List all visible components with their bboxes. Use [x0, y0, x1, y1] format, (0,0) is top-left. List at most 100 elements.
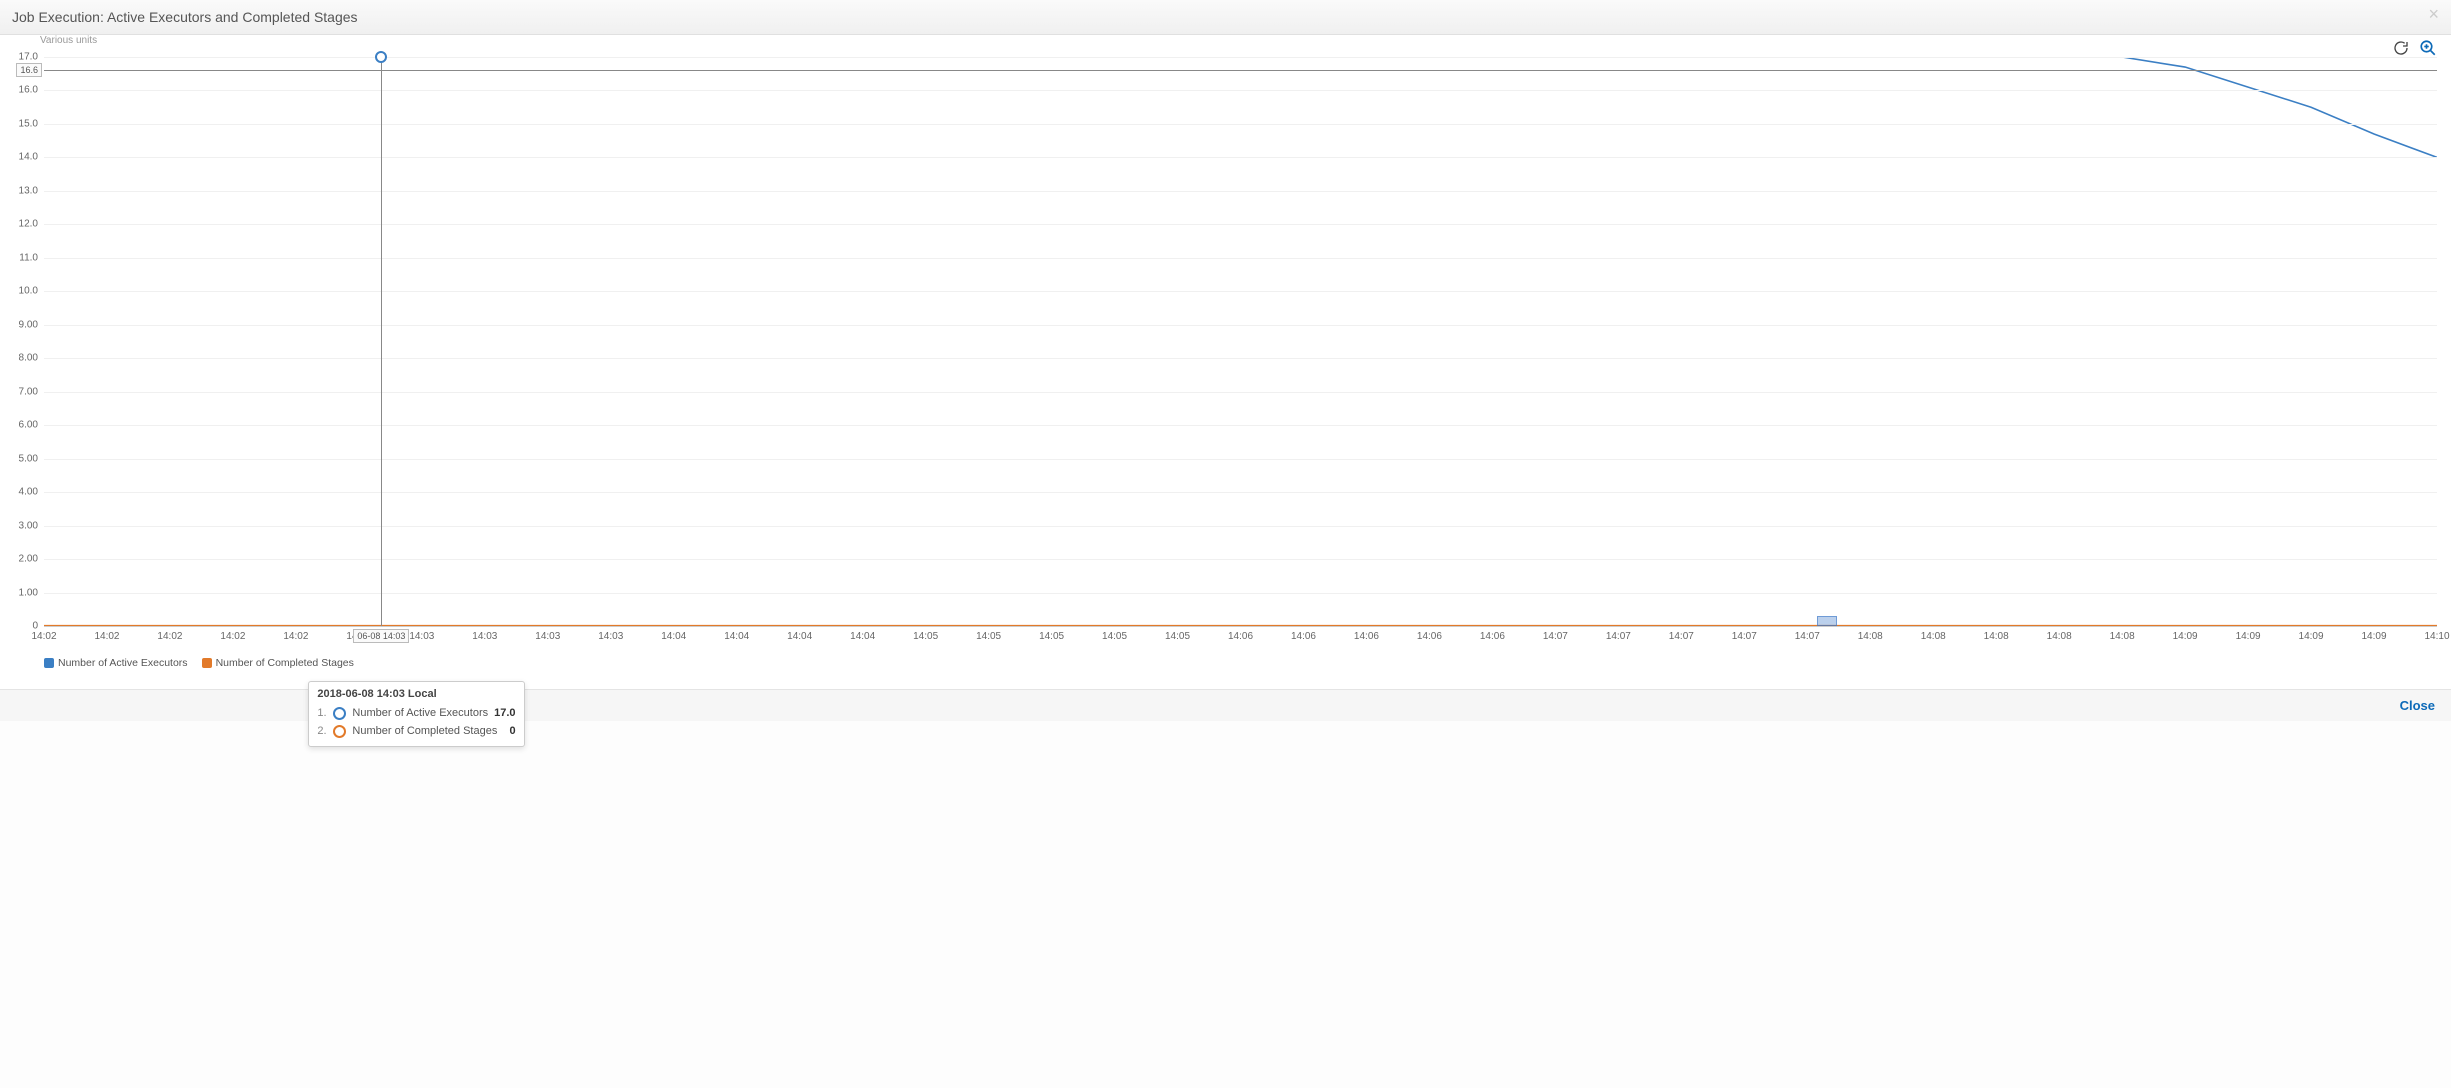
legend-swatch: [44, 658, 54, 668]
y-tick-label: 6.00: [19, 420, 44, 431]
tooltip-series-value: 0: [509, 722, 515, 740]
grid-line: [44, 425, 2437, 426]
x-tick-label: 14:05: [1165, 631, 1190, 642]
y-tick-label: 2.00: [19, 554, 44, 565]
x-tick-label: 14:08: [2110, 631, 2135, 642]
x-tick-label: 14:06: [1417, 631, 1442, 642]
tooltip-index: 1.: [317, 704, 327, 722]
grid-line: [44, 593, 2437, 594]
tooltip-series-label: Number of Active Executors: [352, 704, 488, 722]
plot-area[interactable]: 17.016.015.014.013.012.011.010.09.008.00…: [44, 57, 2437, 627]
crosshair-horizontal: [44, 70, 2437, 71]
x-tick-label: 14:10: [2424, 631, 2449, 642]
legend-item[interactable]: Number of Active Executors: [44, 657, 188, 669]
x-tick-label: 14:03: [472, 631, 497, 642]
grid-line: [44, 291, 2437, 292]
x-tick-label: 14:02: [157, 631, 182, 642]
close-button[interactable]: Close: [2400, 698, 2435, 713]
x-tick-label: 14:04: [724, 631, 749, 642]
x-tick-label: 14:07: [1543, 631, 1568, 642]
y-tick-label: 10.0: [19, 286, 44, 297]
x-tick-label: 14:03: [409, 631, 434, 642]
x-tick-label: 14:04: [850, 631, 875, 642]
grid-line: [44, 459, 2437, 460]
x-tick-label: 14:03: [598, 631, 623, 642]
x-tick-label: 14:05: [1039, 631, 1064, 642]
crosshair-vertical: [381, 57, 382, 626]
y-tick-label: 4.00: [19, 487, 44, 498]
grid-line: [44, 224, 2437, 225]
x-tick-label: 14:06: [1354, 631, 1379, 642]
tooltip-series-marker: [333, 707, 346, 720]
tooltip-row: 1. Number of Active Executors 17.0: [317, 704, 515, 722]
grid-line: [44, 526, 2437, 527]
x-tick-label: 14:07: [1732, 631, 1757, 642]
x-tick-label: 14:09: [2173, 631, 2198, 642]
tooltip-index: 2.: [317, 722, 327, 740]
tooltip-row: 2. Number of Completed Stages 0: [317, 722, 515, 740]
x-tick-label: 14:07: [1606, 631, 1631, 642]
legend-label: Number of Active Executors: [58, 657, 188, 669]
grid-line: [44, 325, 2437, 326]
x-tick-label: 14:09: [2236, 631, 2261, 642]
x-tick-label: 14:02: [283, 631, 308, 642]
chart-area[interactable]: 17.016.015.014.013.012.011.010.09.008.00…: [44, 47, 2437, 655]
y-tick-label: 7.00: [19, 386, 44, 397]
grid-line: [44, 492, 2437, 493]
hover-tooltip: 2018-06-08 14:03 Local 1. Number of Activ…: [308, 681, 524, 747]
grid-line: [44, 392, 2437, 393]
x-tick-label: 14:02: [31, 631, 56, 642]
time-selection-marker[interactable]: [1817, 616, 1837, 626]
x-tick-label: 14:06: [1291, 631, 1316, 642]
x-tick-label: 14:07: [1669, 631, 1694, 642]
x-tick-label: 14:09: [2299, 631, 2324, 642]
tooltip-series-label: Number of Completed Stages: [352, 722, 497, 740]
tooltip-title: 2018-06-08 14:03 Local: [317, 688, 515, 700]
y-tick-label: 12.0: [19, 219, 44, 230]
modal-header: Job Execution: Active Executors and Comp…: [0, 0, 2451, 35]
legend-label: Number of Completed Stages: [216, 657, 354, 669]
series-line: [44, 57, 2437, 157]
y-tick-label: 15.0: [19, 118, 44, 129]
hover-x-badge: 06-08 14:03: [353, 629, 409, 643]
y-tick-label: 1.00: [19, 587, 44, 598]
x-tick-label: 14:05: [1102, 631, 1127, 642]
grid-line: [44, 358, 2437, 359]
y-tick-label: 0: [32, 621, 44, 632]
modal-title: Job Execution: Active Executors and Comp…: [12, 9, 358, 25]
x-tick-label: 14:07: [1795, 631, 1820, 642]
x-tick-label: 14:02: [220, 631, 245, 642]
y-tick-label: 3.00: [19, 520, 44, 531]
x-tick-label: 14:08: [1921, 631, 1946, 642]
x-tick-label: 14:04: [787, 631, 812, 642]
tooltip-series-marker: [333, 725, 346, 738]
x-tick-label: 14:08: [2047, 631, 2072, 642]
x-tick-label: 14:04: [661, 631, 686, 642]
y-axis-title: Various units: [40, 35, 97, 46]
grid-line: [44, 57, 2437, 58]
legend-item[interactable]: Number of Completed Stages: [202, 657, 354, 669]
grid-line: [44, 626, 2437, 627]
x-tick-label: 14:06: [1480, 631, 1505, 642]
x-tick-label: 14:09: [2362, 631, 2387, 642]
hover-point-marker: [375, 51, 387, 63]
tooltip-series-value: 17.0: [494, 704, 515, 722]
y-tick-label: 9.00: [19, 319, 44, 330]
hover-y-badge: 16.6: [16, 63, 42, 77]
y-tick-label: 13.0: [19, 185, 44, 196]
legend: Number of Active Executors Number of Comp…: [44, 657, 2441, 669]
y-tick-label: 8.00: [19, 353, 44, 364]
grid-line: [44, 157, 2437, 158]
legend-swatch: [202, 658, 212, 668]
grid-line: [44, 559, 2437, 560]
x-tick-label: 14:08: [1858, 631, 1883, 642]
y-tick-label: 5.00: [19, 453, 44, 464]
y-tick-label: 14.0: [19, 152, 44, 163]
x-tick-label: 14:05: [913, 631, 938, 642]
x-tick-label: 14:08: [1984, 631, 2009, 642]
y-tick-label: 17.0: [19, 52, 44, 63]
x-tick-label: 14:06: [1228, 631, 1253, 642]
x-tick-label: 14:05: [976, 631, 1001, 642]
close-icon[interactable]: ×: [2428, 4, 2439, 25]
chart-container: Various units 17.016.015.014.013.012.011…: [0, 35, 2451, 689]
